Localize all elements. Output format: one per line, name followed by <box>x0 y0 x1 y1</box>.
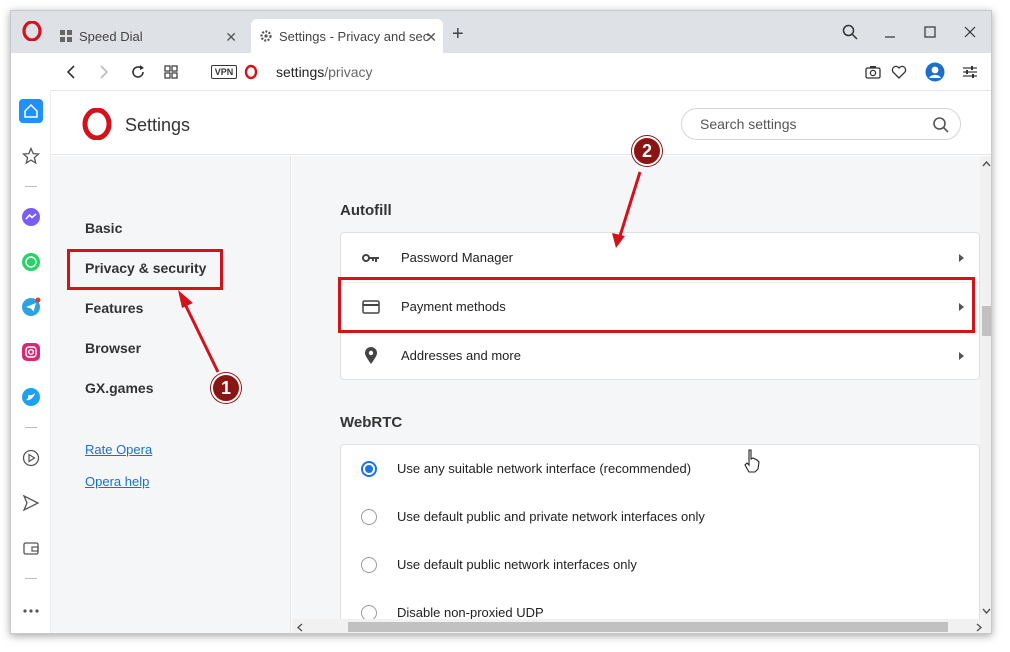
annotation-marker-1: 1 <box>211 373 241 403</box>
annotation-marker-2: 2 <box>632 136 662 166</box>
annotation-arrows <box>178 171 642 373</box>
